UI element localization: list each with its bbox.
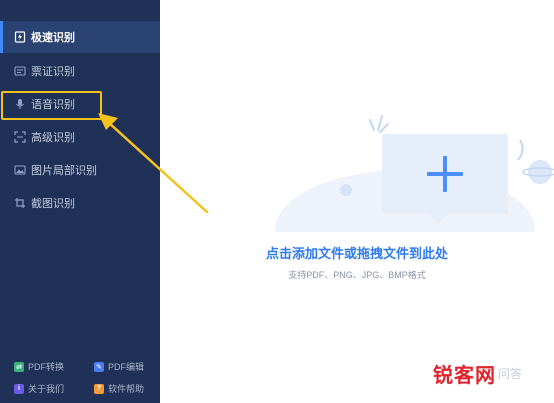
sidebar-item-label: 截图识别 [31, 198, 75, 210]
drop-area-title: 点击添加文件或拖拽文件到此处 [265, 246, 448, 261]
scan-frame-icon [14, 131, 26, 143]
pdf-edit-label: PDF编辑 [108, 362, 145, 372]
microphone-icon [14, 98, 26, 110]
sidebar-item-label: 极速识别 [31, 32, 75, 44]
lightning-doc-icon [14, 31, 26, 43]
sidebar-item-label: 高级识别 [31, 132, 75, 144]
planet-icon [528, 160, 552, 184]
about-us-label: 关于我们 [28, 384, 65, 394]
watermark: 锐客网 问答 [433, 359, 522, 388]
sidebar-item-screenshot-recognition[interactable]: 截图识别 [0, 187, 160, 219]
sidebar-item-label: 票证识别 [31, 66, 75, 78]
supported-formats-text: 支持PDF、PNG、JPG、BMP格式 [288, 270, 426, 280]
image-crop-icon [14, 164, 26, 176]
pdf-convert-icon: ⇄ [14, 361, 24, 372]
watermark-small-text: 问答 [498, 367, 523, 381]
info-icon: i [14, 383, 24, 394]
pdf-edit-icon: ✎ [94, 361, 104, 372]
sidebar: 极速识别 票证识别 语音识别 高级识别 图片局部识别 截图识别 ⇄ PDF转换 … [0, 0, 160, 403]
id-card-icon [14, 65, 26, 77]
software-help-link[interactable]: ? 软件帮助 [94, 382, 144, 395]
software-help-label: 软件帮助 [108, 384, 145, 394]
sidebar-item-label: 图片局部识别 [31, 165, 97, 177]
pdf-convert-link[interactable]: ⇄ PDF转换 [14, 360, 64, 373]
sidebar-item-ticket-recognition[interactable]: 票证识别 [0, 55, 160, 87]
main-drop-area[interactable]: 点击添加文件或拖拽文件到此处 支持PDF、PNG、JPG、BMP格式 [160, 0, 554, 403]
pdf-convert-label: PDF转换 [28, 362, 65, 372]
screenshot-icon [14, 197, 26, 209]
watermark-logo-text: 锐客网 [433, 365, 496, 387]
about-us-link[interactable]: i 关于我们 [14, 382, 64, 395]
pdf-edit-link[interactable]: ✎ PDF编辑 [94, 360, 144, 373]
help-icon: ? [94, 383, 104, 394]
sidebar-item-advanced-recognition[interactable]: 高级识别 [0, 121, 160, 153]
sidebar-item-label: 语音识别 [31, 99, 75, 111]
sidebar-item-image-partial-recognition[interactable]: 图片局部识别 [0, 154, 160, 186]
decor-circle-icon [340, 184, 352, 196]
sidebar-item-fast-recognition[interactable]: 极速识别 [0, 21, 160, 53]
upload-illustration [270, 115, 554, 292]
sidebar-item-voice-recognition[interactable]: 语音识别 [0, 88, 160, 120]
sidebar-bottom-links: ⇄ PDF转换 ✎ PDF编辑 i 关于我们 ? 软件帮助 [0, 350, 160, 403]
